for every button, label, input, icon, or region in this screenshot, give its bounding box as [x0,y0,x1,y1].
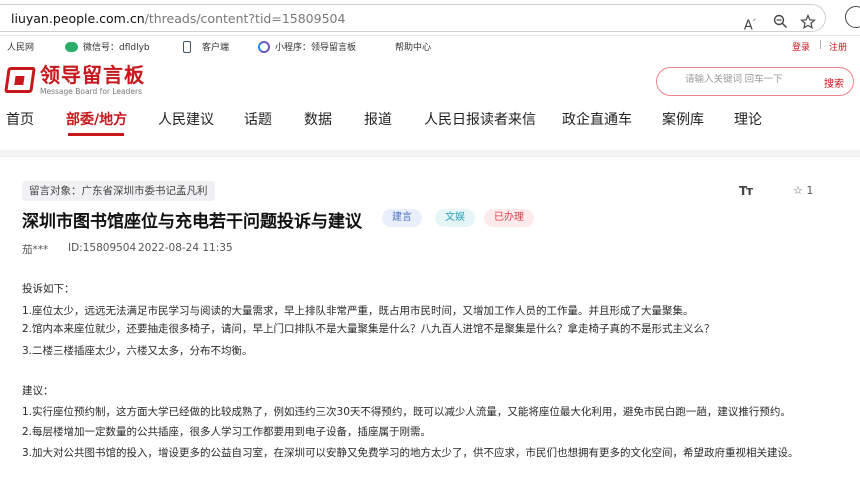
tag-status-handled: 已办理 [484,209,534,227]
client-label: 客户端 [202,43,230,53]
post-author: 茄*** [22,244,49,256]
logo-title: 领导留言板 [40,63,145,87]
body-complaint-heading: 投诉如下： [22,283,75,295]
body-complaint-1: 1.座位太少，远远无法满足市民学习与阅读的大量需求，早上排队非常严重，既占用市民… [22,305,694,317]
post-title: 深圳市图书馆座位与充电若干问题投诉与建议 [22,212,362,232]
phone-icon [183,40,191,53]
nav-item-theory[interactable]: 理论 [734,109,762,129]
wechat-link[interactable]: 微信号：dfldlyb [65,40,150,53]
miniprogram-icon [258,40,270,53]
nav-item-ministries-local[interactable]: 部委/地方 [66,109,127,129]
help-center-link[interactable]: 帮助中心 [395,40,431,53]
body-complaint-2: 2.馆内本来座位就少，还要抽走很多椅子，请问，早上门口排队不是大量聚集是什么？八… [22,323,715,335]
tag-culture[interactable]: 文娱 [435,209,475,227]
nav-item-home[interactable]: 首页 [6,109,34,129]
search-button[interactable]: 搜索 [824,75,844,90]
main-nav: 首页 部委/地方 人民建议 话题 数据 报道 人民日报读者来信 政企直通车 案例… [0,106,860,132]
wechat-label: 微信号：dfldlyb [83,43,150,53]
miniprogram-link[interactable]: 小程序：领导留言板 [258,40,356,53]
browser-toolbar: liuyan.people.com.cn/threads/content?tid… [0,0,860,36]
favorite-count-button[interactable]: ☆ 1 [793,184,813,197]
recipient-label: 留言对象：广东省深圳市委书记孟凡利 [22,181,215,201]
url-host: liuyan.people.com.cn [11,11,145,26]
post-date: 2022-08-24 11:35 [138,242,233,254]
utility-bar: 人民网 微信号：dfldlyb 客户端 小程序：领导留言板 帮助中心 登录 | … [0,36,860,56]
nav-item-gov-enterprise[interactable]: 政企直通车 [562,109,632,129]
address-bar[interactable]: liuyan.people.com.cn/threads/content?tid… [0,4,826,33]
site-logo[interactable]: 领导留言板 Message Board for Leaders [4,63,145,96]
site-name-link[interactable]: 人民网 [7,40,34,53]
register-label: 注册 [829,43,848,53]
nav-item-case-library[interactable]: 案例库 [662,109,704,129]
tag-suggestion[interactable]: 建言 [382,209,422,227]
help-label: 帮助中心 [395,43,432,53]
post-id: ID:15809504 [68,242,137,254]
login-label: 登录 [792,43,811,53]
wechat-icon [65,41,78,52]
client-link[interactable]: 客户端 [183,40,229,53]
nav-item-reports[interactable]: 报道 [364,109,392,129]
login-link[interactable]: 登录 [792,40,810,53]
font-size-icon[interactable]: Tт [739,184,753,198]
register-link[interactable]: 注册 [829,40,847,53]
favorite-star-icon[interactable] [799,14,817,30]
body-suggestion-heading: 建议： [22,385,54,397]
nav-active-indicator [68,133,124,136]
separator-text: | [819,40,823,50]
body-suggestion-3: 3.加大对公共图书馆的投入，增设更多的公益自习室，在深圳可以安静又免费学习的地方… [22,447,799,459]
url-path: /threads/content?tid=15809504 [144,11,346,26]
logo-subtitle: Message Board for Leaders [40,87,143,96]
nav-item-people-suggestions[interactable]: 人民建议 [158,109,214,129]
search-input[interactable] [685,74,815,85]
login-separator: | [819,40,822,50]
site-name-label: 人民网 [7,43,35,53]
body-complaint-3: 3.二楼三楼插座太少，六楼又太多，分布不均衡。 [22,345,253,357]
read-aloud-icon[interactable]: Aᐟ [741,14,759,33]
miniprogram-label: 小程序：领导留言板 [275,43,357,53]
body-suggestion-2: 2.每层楼增加一定数量的公共插座，很多人学习工作都要用到电子设备，插座属于刚需。 [22,426,432,438]
url-text[interactable]: liuyan.people.com.cn/threads/content?tid… [11,11,345,26]
zoom-icon[interactable] [771,14,789,30]
nav-item-data[interactable]: 数据 [304,109,332,129]
nav-item-topics[interactable]: 话题 [244,109,272,129]
browser-profile-icon[interactable] [845,6,860,28]
body-suggestion-1: 1.实行座位预约制，这方面大学已经做的比较成熟了，例如违约三次30天不得预约，既… [22,406,791,418]
search-box: 搜索 [656,67,854,96]
logo-mark-icon [4,67,36,93]
nav-item-readers-letters[interactable]: 人民日报读者来信 [424,109,536,129]
